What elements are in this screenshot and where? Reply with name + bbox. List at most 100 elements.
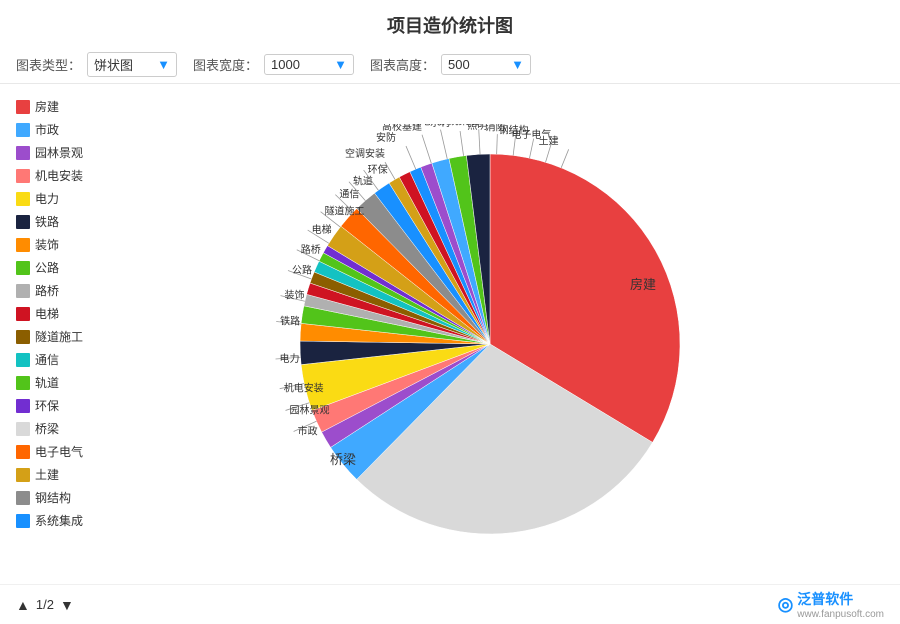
- legend-color: [16, 353, 30, 367]
- legend-label: 电梯: [35, 305, 59, 322]
- legend-label: 装饰: [35, 236, 59, 253]
- chart-height-select[interactable]: 500 ▼: [441, 54, 531, 75]
- watermark-name: 泛普软件: [797, 589, 884, 609]
- legend-color: [16, 491, 30, 505]
- legend-color: [16, 468, 30, 482]
- chart-type-label: 图表类型：: [16, 55, 81, 74]
- legend-label: 通信: [35, 351, 59, 368]
- chart-type-item: 图表类型： 饼状图 ▼: [16, 52, 177, 77]
- legend-label: 钢结构: [35, 489, 71, 506]
- legend-color: [16, 192, 30, 206]
- legend-label: 铁路: [35, 213, 59, 230]
- legend-color: [16, 307, 30, 321]
- legend-label: 环保: [35, 397, 59, 414]
- legend-item: 机电安装: [16, 167, 116, 184]
- legend-item: 公路: [16, 259, 116, 276]
- legend-item: 铁路: [16, 213, 116, 230]
- page-title: 项目造价统计图: [0, 0, 900, 46]
- chart-height-label: 图表高度：: [370, 55, 435, 74]
- chart-type-select[interactable]: 饼状图 ▼: [87, 52, 177, 77]
- chart-type-arrow: ▼: [157, 57, 170, 72]
- legend-label: 系统集成: [35, 512, 83, 529]
- watermark-url: www.fanpusoft.com: [797, 609, 884, 620]
- chart-area: 市政园林景观机电安装电力铁路装饰公路路桥电梯隧道施工通信轨道环保空调安装安防高校…: [116, 94, 884, 584]
- legend-color: [16, 261, 30, 275]
- pie-label: 园林景观: [290, 403, 330, 416]
- legend-color: [16, 146, 30, 160]
- legend-label: 路桥: [35, 282, 59, 299]
- legend-color: [16, 514, 30, 528]
- legend-label: 土建: [35, 466, 59, 483]
- legend-item: 市政: [16, 121, 116, 138]
- legend-item: 土建: [16, 466, 116, 483]
- pie-label: 装饰: [285, 289, 305, 302]
- legend-color: [16, 376, 30, 390]
- chart-width-item: 图表宽度： 1000 ▼: [193, 54, 354, 75]
- legend-label: 园林景观: [35, 144, 83, 161]
- legend-label: 桥梁: [35, 420, 59, 437]
- pagination: ▲ 1/2 ▼: [16, 597, 74, 613]
- legend-label: 隧道施工: [35, 328, 83, 345]
- legend-item: 环保: [16, 397, 116, 414]
- legend-label: 机电安装: [35, 167, 83, 184]
- legend-item: 电梯: [16, 305, 116, 322]
- legend-label: 公路: [35, 259, 59, 276]
- legend-item: 装饰: [16, 236, 116, 253]
- legend-color: [16, 238, 30, 252]
- next-button[interactable]: ▼: [60, 597, 74, 613]
- pie-label: 安防: [376, 131, 396, 144]
- pie-label: 轨道: [353, 175, 373, 188]
- pie-label: 机电安装: [284, 382, 324, 395]
- legend-label: 轨道: [35, 374, 59, 391]
- legend: 房建市政园林景观机电安装电力铁路装饰公路路桥电梯隧道施工通信轨道环保桥梁电子电气…: [16, 94, 116, 584]
- legend-item: 电力: [16, 190, 116, 207]
- legend-color: [16, 330, 30, 344]
- watermark: ◎ 泛普软件 www.fanpusoft.com: [778, 589, 884, 620]
- legend-item: 钢结构: [16, 489, 116, 506]
- legend-item: 隧道施工: [16, 328, 116, 345]
- legend-color: [16, 284, 30, 298]
- pie-label: 土建: [539, 134, 559, 147]
- legend-item: 系统集成: [16, 512, 116, 529]
- chart-width-label: 图表宽度：: [193, 55, 258, 74]
- legend-color: [16, 422, 30, 436]
- pie-label: 电梯: [312, 223, 332, 236]
- pie-label: 公路: [292, 263, 312, 276]
- legend-color: [16, 445, 30, 459]
- pie-label: 电力: [280, 352, 300, 365]
- legend-item: 房建: [16, 98, 116, 115]
- chart-height-item: 图表高度： 500 ▼: [370, 54, 531, 75]
- chart-height-arrow: ▼: [511, 57, 524, 72]
- legend-color: [16, 215, 30, 229]
- main-content: 房建市政园林景观机电安装电力铁路装饰公路路桥电梯隧道施工通信轨道环保桥梁电子电气…: [0, 84, 900, 584]
- legend-item: 轨道: [16, 374, 116, 391]
- legend-color: [16, 123, 30, 137]
- pie-label: 铁路: [280, 315, 300, 328]
- legend-item: 桥梁: [16, 420, 116, 437]
- legend-label: 房建: [35, 98, 59, 115]
- legend-item: 路桥: [16, 282, 116, 299]
- legend-color: [16, 399, 30, 413]
- toolbar: 图表类型： 饼状图 ▼ 图表宽度： 1000 ▼ 图表高度： 500 ▼: [0, 46, 900, 84]
- chart-width-select[interactable]: 1000 ▼: [264, 54, 354, 75]
- page-info: 1/2: [36, 597, 54, 612]
- pie-label: 环保: [368, 163, 388, 176]
- pie-label-bridge: 桥梁: [330, 452, 356, 467]
- chart-width-arrow: ▼: [334, 57, 347, 72]
- legend-color: [16, 100, 30, 114]
- legend-label: 市政: [35, 121, 59, 138]
- pie-label: 弱电: [411, 124, 431, 128]
- pie-label: 空调安装: [345, 147, 385, 160]
- legend-label: 电子电气: [35, 443, 83, 460]
- legend-color: [16, 169, 30, 183]
- legend-item: 通信: [16, 351, 116, 368]
- pie-label: 市政: [298, 424, 318, 437]
- legend-item: 电子电气: [16, 443, 116, 460]
- legend-item: 园林景观: [16, 144, 116, 161]
- pie-label: 路桥: [301, 243, 321, 256]
- watermark-icon: ◎: [778, 594, 794, 615]
- legend-label: 电力: [35, 190, 59, 207]
- prev-button[interactable]: ▲: [16, 597, 30, 613]
- pie-label: 照明: [467, 124, 487, 132]
- pie-label: 隧道施工: [325, 205, 365, 218]
